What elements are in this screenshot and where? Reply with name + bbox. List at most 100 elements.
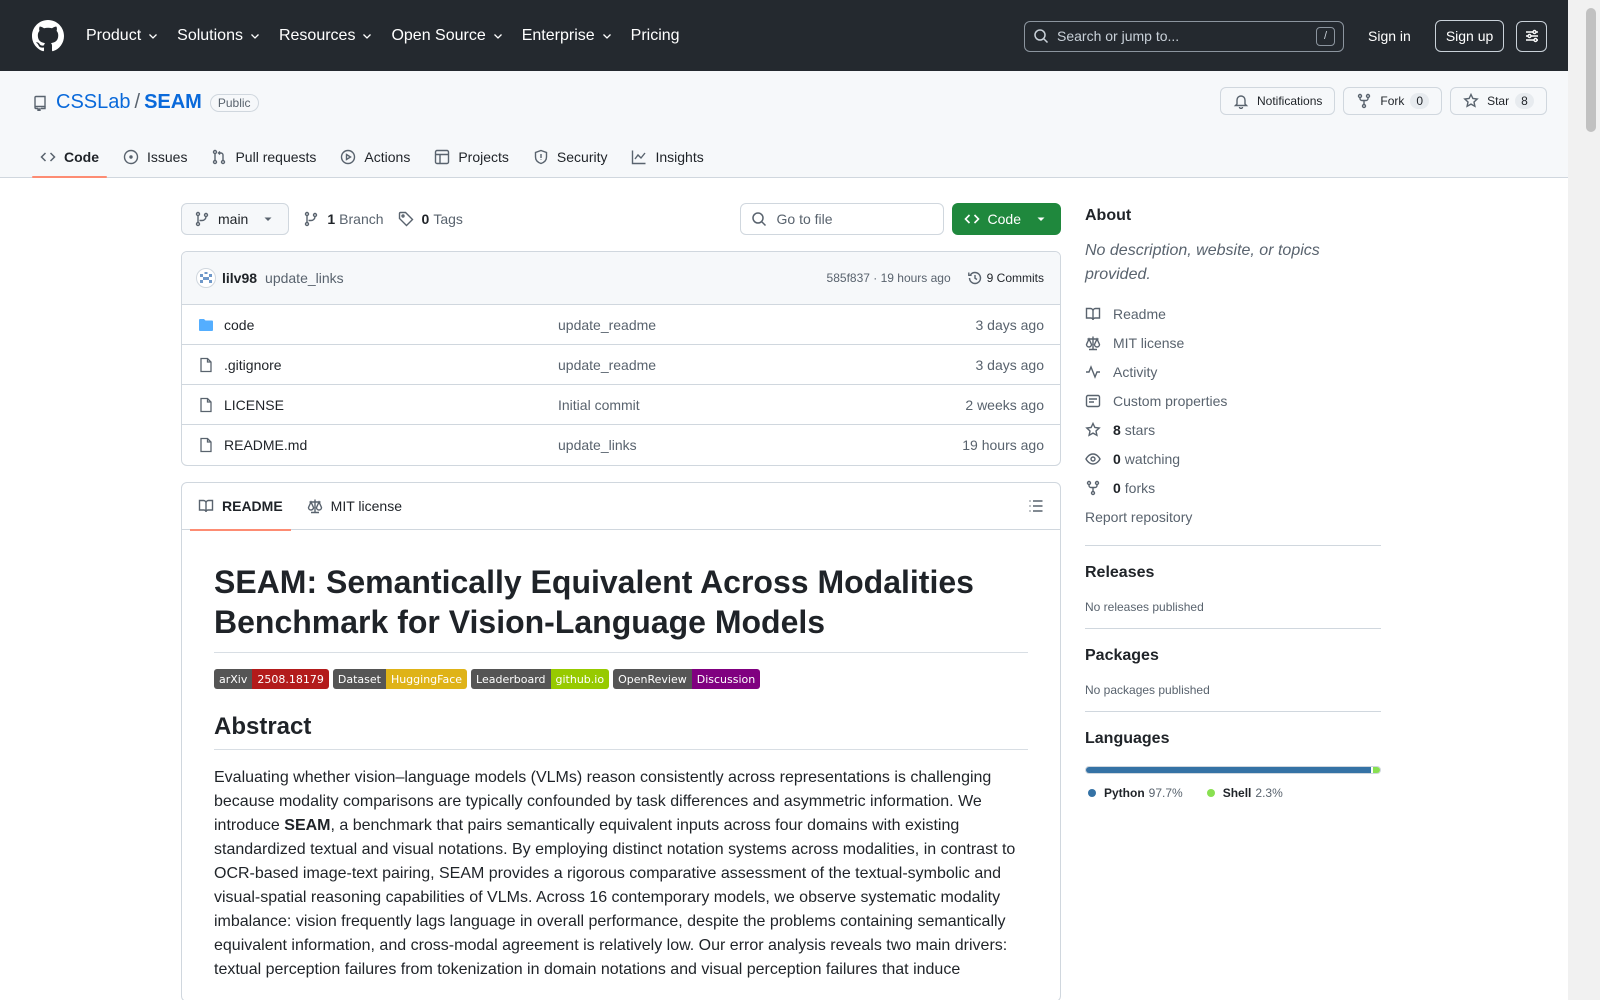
stars-link[interactable]: 8 stars	[1085, 415, 1381, 444]
tags-link[interactable]: 0 Tags	[398, 211, 463, 227]
pull-request-icon	[213, 149, 226, 164]
commit-sha-time[interactable]: 585f837 · 19 hours ago	[827, 271, 951, 285]
commit-author-link[interactable]: lilv98	[222, 270, 257, 286]
about-list: Readme MIT license Activity Custom prope…	[1085, 299, 1381, 531]
activity-link[interactable]: Activity	[1085, 357, 1381, 386]
law-icon	[307, 499, 322, 514]
language-shell[interactable]: Shell 2.3%	[1206, 786, 1283, 800]
packages-heading[interactable]: Packages	[1085, 647, 1381, 665]
file-commit-link[interactable]: update_links	[558, 437, 962, 453]
tab-pull-requests-label: Pull requests	[235, 148, 317, 165]
star-button[interactable]: Star 8	[1450, 87, 1547, 115]
caret-down-icon	[1037, 217, 1045, 221]
table-row[interactable]: LICENSE Initial commit 2 weeks ago	[182, 385, 1060, 425]
book-icon	[1085, 307, 1101, 320]
sign-in-link[interactable]: Sign in	[1368, 28, 1411, 44]
file-commit-link[interactable]: update_readme	[558, 317, 976, 333]
readme-link[interactable]: Readme	[1085, 299, 1381, 328]
sign-up-button[interactable]: Sign up	[1434, 20, 1505, 52]
latest-commit-bar: lilv98 update_links 585f837 · 19 hours a…	[182, 252, 1060, 305]
tab-insights[interactable]: Insights	[623, 135, 711, 178]
arxiv-badge[interactable]: arXiv 2508.18179	[214, 669, 329, 689]
nav-solutions[interactable]: Solutions	[177, 27, 261, 45]
readme-panel: README MIT license SEAM: Semantically Eq…	[181, 482, 1061, 1000]
tab-actions-label: Actions	[364, 148, 411, 165]
openreview-badge[interactable]: OpenReview Discussion	[613, 669, 761, 689]
list-outline-icon[interactable]	[1028, 498, 1044, 514]
nav-open-source[interactable]: Open Source	[391, 27, 503, 45]
folder-icon	[199, 318, 213, 331]
commit-message-link[interactable]: update_links	[265, 270, 344, 286]
law-icon	[1085, 336, 1101, 350]
fork-button[interactable]: Fork 0	[1343, 87, 1443, 115]
nav-product[interactable]: Product	[86, 27, 159, 45]
custom-properties-label: Custom properties	[1113, 392, 1228, 409]
badge-value: HuggingFace	[385, 669, 468, 689]
language-percent: 97.7%	[1148, 786, 1183, 800]
file-name-link[interactable]: code	[224, 317, 558, 333]
tab-security[interactable]: Security	[525, 135, 616, 178]
packages-note: No packages published	[1085, 683, 1210, 697]
github-logo-icon[interactable]	[32, 19, 64, 52]
nav-resources[interactable]: Resources	[279, 27, 373, 45]
nav-pricing[interactable]: Pricing	[631, 27, 680, 45]
avatar[interactable]	[196, 268, 216, 288]
repo-name-link[interactable]: SEAM	[144, 91, 202, 114]
chevron-down-icon	[602, 33, 611, 39]
page-scrollbar[interactable]	[1568, 0, 1600, 1000]
tab-insights-label: Insights	[655, 148, 704, 165]
go-to-file-placeholder: Go to file	[776, 211, 833, 227]
fork-count: 0	[1410, 93, 1430, 109]
table-row[interactable]: .gitignore update_readme 3 days ago	[182, 345, 1060, 385]
table-row[interactable]: README.md update_links 19 hours ago	[182, 425, 1060, 465]
search-input[interactable]: Search or jump to... /	[1024, 20, 1344, 52]
badge-value: github.io	[550, 669, 610, 689]
abstract-heading: Abstract	[214, 713, 1028, 750]
branch-selector[interactable]: main	[181, 203, 290, 235]
commit-meta: 585f837 · 19 hours ago 9 Commits	[827, 270, 1044, 286]
file-name-link[interactable]: LICENSE	[224, 397, 558, 413]
repo-owner-link[interactable]: CSSLab	[56, 91, 131, 114]
star-label: Star	[1487, 94, 1510, 108]
search-placeholder: Search or jump to...	[1057, 28, 1180, 44]
language-dot	[1206, 789, 1215, 797]
leaderboard-badge[interactable]: Leaderboard github.io	[471, 669, 610, 689]
tab-license[interactable]: MIT license	[299, 483, 410, 530]
file-name-link[interactable]: .gitignore	[224, 357, 558, 373]
custom-properties-link[interactable]: Custom properties	[1085, 386, 1381, 415]
commits-history-link[interactable]: 9 Commits	[967, 270, 1044, 286]
repo-sidebar: About No description, website, or topics…	[1085, 203, 1381, 800]
tab-actions[interactable]: Actions	[332, 135, 418, 178]
tab-pull-requests[interactable]: Pull requests	[203, 135, 324, 178]
scrollbar-thumb[interactable]	[1586, 8, 1596, 132]
releases-heading[interactable]: Releases	[1085, 564, 1381, 582]
tab-readme[interactable]: README	[190, 483, 291, 531]
table-row[interactable]: code update_readme 3 days ago	[182, 305, 1060, 345]
language-dot	[1088, 789, 1096, 797]
notifications-button[interactable]: Notifications	[1220, 87, 1336, 115]
file-commit-link[interactable]: Initial commit	[558, 397, 965, 413]
dataset-badge[interactable]: Dataset HuggingFace	[332, 669, 468, 689]
nav-enterprise[interactable]: Enterprise	[522, 27, 613, 45]
pulse-icon	[1086, 364, 1100, 379]
stars-count: 8	[1113, 421, 1121, 438]
license-link[interactable]: MIT license	[1085, 328, 1381, 357]
report-repository-link[interactable]: Report repository	[1085, 502, 1381, 531]
forks-link[interactable]: 0 forks	[1085, 473, 1381, 502]
tab-security-label: Security	[556, 148, 608, 165]
badge-value: Discussion	[691, 669, 761, 689]
nav-resources-label: Resources	[278, 26, 356, 44]
go-to-file-input[interactable]: Go to file	[739, 203, 944, 235]
tab-issues[interactable]: Issues	[115, 135, 195, 178]
file-commit-link[interactable]: update_readme	[558, 357, 976, 373]
file-name-link[interactable]: README.md	[224, 437, 558, 453]
language-python[interactable]: Python 97.7%	[1088, 786, 1183, 800]
tab-code[interactable]: Code	[32, 135, 107, 178]
code-dropdown-button[interactable]: Code	[951, 203, 1061, 235]
branches-link[interactable]: 1 Branch	[303, 211, 384, 227]
languages-section: Languages Python 97.7% Shell 2.3%	[1085, 711, 1381, 800]
settings-menu-button[interactable]	[1516, 20, 1548, 52]
tab-projects[interactable]: Projects	[426, 135, 517, 178]
badge-label: Dataset	[332, 669, 386, 689]
watching-link[interactable]: 0 watching	[1085, 444, 1381, 473]
